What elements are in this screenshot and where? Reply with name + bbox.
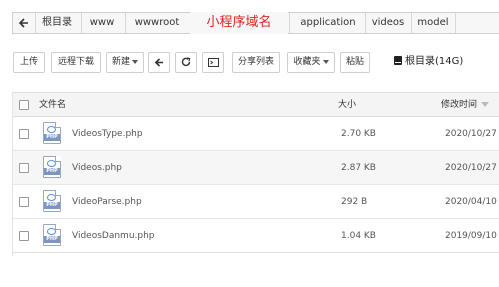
new-dropdown-button[interactable]: 新建 [106,52,144,73]
file-name[interactable]: Videos.php [72,151,122,185]
row-checkbox[interactable] [19,231,29,241]
share-list-button[interactable]: 分享列表 [232,52,280,73]
row-checkbox[interactable] [19,197,29,207]
file-name[interactable]: VideosDanmu.php [72,219,155,253]
row-checkbox[interactable] [19,163,29,173]
refresh-button[interactable] [175,52,197,73]
disk-label: 根目录(14G) [405,56,464,67]
remote-download-button[interactable]: 远程下载 [51,52,101,73]
hard-drive-icon [394,56,402,65]
terminal-button[interactable] [202,52,224,73]
refresh-icon [181,57,191,67]
table-header: 文件名 大小 修改时间 [13,93,499,117]
sort-desc-icon [481,102,490,107]
file-size: 2.70 KB [341,129,376,139]
arrow-left-icon [154,58,163,67]
file-modified: 2020/10/27 1 [445,129,499,139]
file-size: 1.04 KB [341,231,376,241]
select-all-checkbox[interactable] [19,100,29,110]
breadcrumb-item-wwwroot[interactable]: wwwroot [127,13,187,33]
php-file-icon: PHP [43,156,61,178]
breadcrumb-item-application[interactable]: application [293,13,363,33]
row-checkbox[interactable] [19,129,29,139]
back-button[interactable] [148,52,170,73]
column-header-size[interactable]: 大小 [338,93,356,117]
overlay-annotation: 小程序域名 [190,12,288,34]
disk-selector[interactable]: 根目录(14G) [394,55,463,69]
caret-down-icon [322,59,329,64]
favorites-label: 收藏夹 [293,57,321,67]
upload-button[interactable]: 上传 [13,52,45,73]
file-size: 292 B [341,197,368,207]
table-row[interactable]: PHP VideosType.php 2.70 KB 2020/10/27 1 [13,117,499,151]
php-file-icon: PHP [43,224,61,246]
php-file-icon: PHP [43,122,61,144]
terminal-icon [207,58,219,67]
paste-button[interactable]: 粘贴 [340,52,370,73]
back-arrow-icon[interactable] [13,13,35,33]
breadcrumb-item-videos[interactable]: videos [367,13,409,33]
table-row[interactable]: PHP VideosDanmu.php 1.04 KB 2019/09/10 1 [13,219,499,253]
file-table: 文件名 大小 修改时间 PHP VideosType.php 2.70 KB 2… [12,92,499,256]
column-header-modified[interactable]: 修改时间 [441,93,490,117]
table-row[interactable]: PHP VideoParse.php 292 B 2020/04/10 1 [13,185,499,219]
file-modified: 2020/10/27 1 [445,163,499,173]
file-modified: 2020/04/10 1 [445,197,499,207]
breadcrumb-item-model[interactable]: model [413,13,453,33]
breadcrumb-item-www[interactable]: www [83,13,121,33]
file-modified: 2019/09/10 1 [445,231,499,241]
breadcrumb-item-root[interactable]: 根目录 [37,13,77,33]
file-size: 2.87 KB [341,163,376,173]
new-label: 新建 [111,57,130,67]
caret-down-icon [132,59,138,64]
column-header-name[interactable]: 文件名 [39,93,66,117]
table-row[interactable]: PHP Videos.php 2.87 KB 2020/10/27 1 [13,151,499,185]
php-file-icon: PHP [43,190,61,212]
modified-label: 修改时间 [441,100,478,110]
file-name[interactable]: VideoParse.php [72,185,142,219]
file-name[interactable]: VideosType.php [72,117,143,151]
favorites-dropdown-button[interactable]: 收藏夹 [287,52,335,73]
